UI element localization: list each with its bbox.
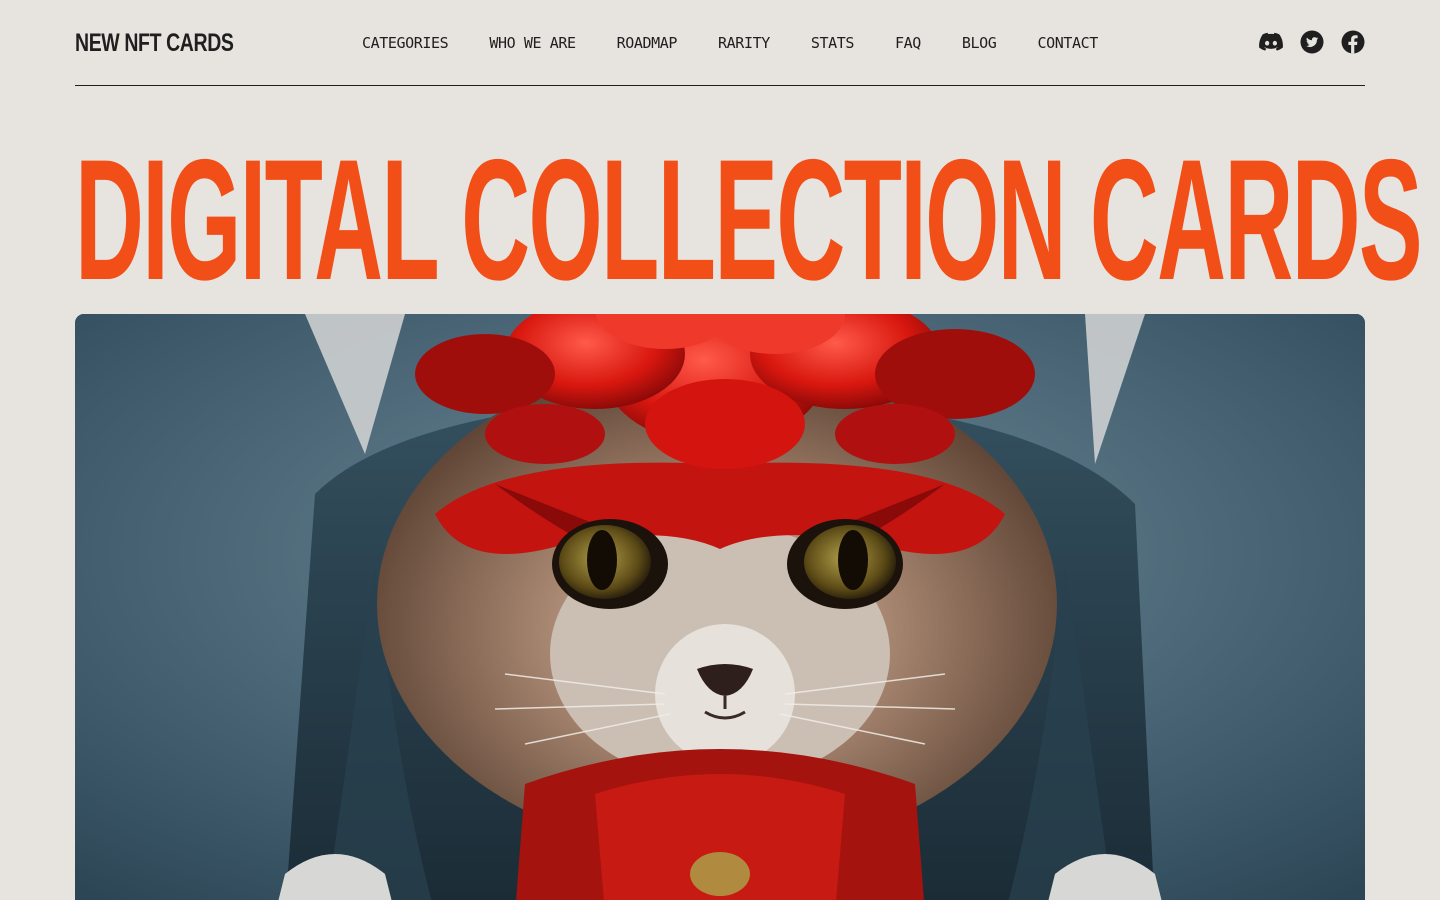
- nav-link-categories[interactable]: CATEGORIES: [362, 32, 449, 54]
- site-logo[interactable]: NEW NFT CARDS: [75, 28, 234, 58]
- main-nav: CATEGORIES WHO WE ARE ROADMAP RARITY STA…: [362, 32, 1098, 54]
- nav-link-roadmap[interactable]: ROADMAP: [617, 32, 678, 54]
- hero-cat-illustration: [75, 314, 1365, 900]
- hero-title: DIGITAL COLLECTION CARDS: [75, 124, 1423, 316]
- nav-link-stats[interactable]: STATS: [811, 32, 855, 54]
- nav-link-who-we-are[interactable]: WHO WE ARE: [489, 32, 576, 54]
- nav-link-contact[interactable]: CONTACT: [1037, 32, 1098, 54]
- nav-link-blog[interactable]: BLOG: [962, 32, 997, 54]
- facebook-icon[interactable]: [1341, 30, 1365, 54]
- landing-page: NEW NFT CARDS CATEGORIES WHO WE ARE ROAD…: [0, 0, 1440, 900]
- nav-link-faq[interactable]: FAQ: [895, 32, 921, 54]
- twitter-icon[interactable]: [1300, 30, 1324, 54]
- social-links: [1259, 30, 1365, 54]
- site-header: NEW NFT CARDS CATEGORIES WHO WE ARE ROAD…: [75, 0, 1365, 86]
- discord-icon[interactable]: [1259, 30, 1283, 54]
- nav-link-rarity[interactable]: RARITY: [718, 32, 770, 54]
